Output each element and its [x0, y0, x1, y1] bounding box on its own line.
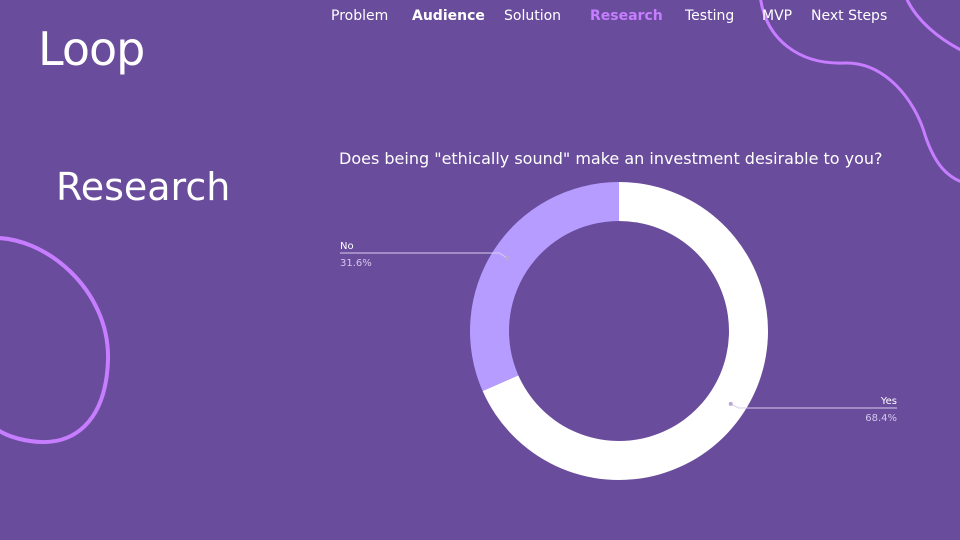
- slice-value-yes: 68.4%: [865, 413, 897, 424]
- leader-dot-yes: [728, 401, 733, 406]
- slice-no: [470, 182, 619, 392]
- leader-dot-no: [505, 256, 510, 261]
- donut-chart: Yes 68.4% No 31.6%: [340, 182, 897, 481]
- slice-label-yes: Yes: [880, 396, 897, 407]
- leader-line-yes: [730, 403, 897, 409]
- slice-label-no: No: [340, 241, 354, 252]
- slice-value-no: 31.6%: [340, 258, 372, 269]
